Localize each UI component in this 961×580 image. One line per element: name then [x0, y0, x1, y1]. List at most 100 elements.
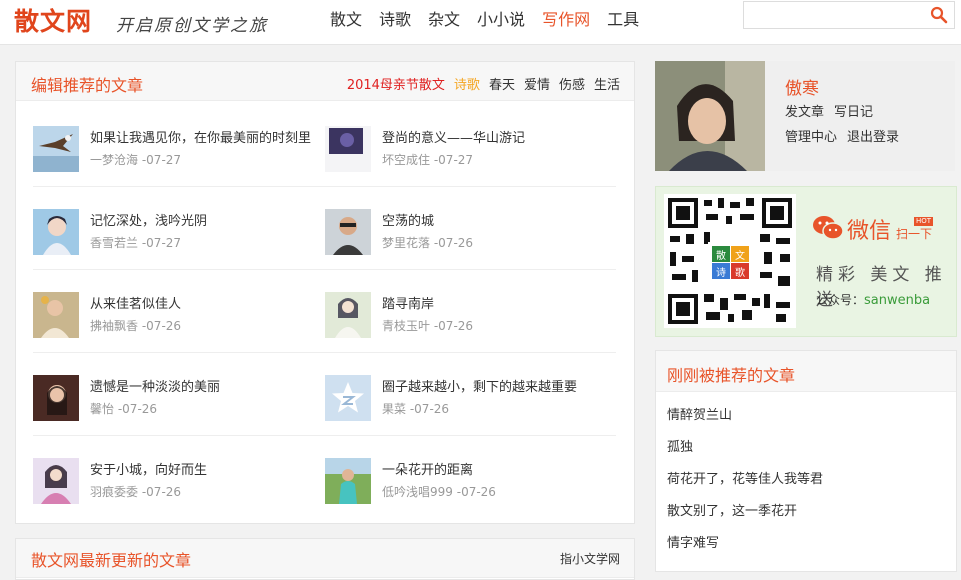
field-thumbnail[interactable]: [325, 458, 371, 504]
article-date: -07-26: [141, 485, 182, 499]
search-input[interactable]: [750, 5, 924, 25]
nav-item-shige[interactable]: 诗歌: [379, 0, 411, 44]
fairy-thumbnail[interactable]: [33, 209, 79, 255]
costume-thumbnail[interactable]: [33, 458, 79, 504]
article-title[interactable]: 踏寻南岸: [382, 293, 434, 312]
nav-item-gongju[interactable]: 工具: [607, 0, 639, 44]
recent-article-link[interactable]: 荷花开了，花等佳人我等君: [667, 468, 823, 487]
panel-title: 散文网最新更新的文章: [31, 551, 192, 570]
tag-list: 2014母亲节散文 诗歌 春天 爱情 伤感 生活: [338, 74, 620, 93]
night-thumbnail[interactable]: [325, 126, 371, 172]
tag-link[interactable]: 生活: [594, 74, 620, 93]
article-item[interactable]: 遗憾是一种淡淡的美丽 馨怡 -07-26: [33, 375, 323, 458]
article-date: -07-27: [141, 153, 182, 167]
anime-girl-thumbnail[interactable]: [325, 292, 371, 338]
qr-center-char: 歌: [735, 266, 745, 279]
wechat-account-id: sanwenba: [864, 293, 931, 308]
article-date: -07-26: [141, 319, 182, 333]
article-author[interactable]: 坏空成住: [382, 153, 430, 167]
nav-item-xiezuowang[interactable]: 写作网: [542, 0, 590, 44]
article-author[interactable]: 馨怡: [90, 402, 114, 416]
site-slogan: 开启原创文学之旅: [116, 16, 268, 36]
article-title[interactable]: 圈子越来越小，剩下的越来越重要: [382, 376, 577, 395]
main-nav: 散文 诗歌 杂文 小小说 写作网 工具: [330, 0, 656, 44]
article-author[interactable]: 一梦沧海: [90, 153, 138, 167]
article-meta: 一梦沧海 -07-27: [90, 151, 181, 168]
tag-link[interactable]: 诗歌: [454, 74, 480, 93]
user-links: 发文章 写日记: [785, 101, 883, 120]
qr-center-char: 散: [716, 249, 726, 262]
article-item[interactable]: 从来佳茗似佳人 拂袖飘香 -07-26: [33, 292, 323, 375]
article-meta: 梦里花落 -07-26: [382, 234, 473, 251]
article-title[interactable]: 遗憾是一种淡淡的美丽: [90, 376, 220, 395]
article-author[interactable]: 香雪若兰: [90, 236, 138, 250]
qr-center-char: 诗: [716, 266, 726, 279]
row-divider: [33, 352, 616, 353]
panel-header: 编辑推荐的文章 2014母亲节散文 诗歌 春天 爱情 伤感 生活: [16, 62, 634, 101]
panel-header: 散文网最新更新的文章 指小文学网: [16, 539, 634, 578]
admin-center-link[interactable]: 管理中心: [785, 130, 837, 145]
article-title[interactable]: 登尚的意义——华山游记: [382, 127, 525, 146]
article-author[interactable]: 果菜: [382, 402, 406, 416]
article-item[interactable]: 圈子越来越小，剩下的越来越重要 果菜 -07-26: [325, 375, 615, 458]
panel-title: 编辑推荐的文章: [31, 76, 144, 95]
article-date: -07-27: [141, 236, 182, 250]
article-author[interactable]: 梦里花落: [382, 236, 430, 250]
article-title[interactable]: 空荡的城: [382, 210, 434, 229]
eagle-thumbnail[interactable]: [33, 126, 79, 172]
nav-item-sanwen[interactable]: 散文: [330, 0, 362, 44]
search-icon[interactable]: [930, 6, 948, 24]
article-author[interactable]: 低吟浅唱999: [382, 485, 453, 499]
recent-article-link[interactable]: 情字难写: [667, 532, 719, 551]
article-author[interactable]: 拂袖飘香: [90, 319, 138, 333]
post-article-link[interactable]: 发文章: [785, 105, 824, 120]
article-item[interactable]: 如果让我遇见你，在你最美丽的时刻里 一梦沧海 -07-27: [33, 126, 323, 209]
more-link[interactable]: 指小文学网: [560, 550, 620, 567]
article-author[interactable]: 羽痕委委: [90, 485, 138, 499]
article-title[interactable]: 记忆深处，浅吟光阴: [90, 210, 207, 229]
qr-code: 散 文 诗 歌: [664, 194, 796, 328]
site-header: 散文网 开启原创文学之旅 散文 诗歌 杂文 小小说 写作网 工具: [0, 0, 961, 45]
article-date: -07-26: [117, 402, 158, 416]
wechat-title: 微信: [847, 219, 892, 244]
user-box: 傲寒 发文章 写日记 管理中心 退出登录: [655, 61, 955, 171]
article-item[interactable]: 一朵花开的距离 低吟浅唱999 -07-26: [325, 458, 615, 541]
site-logo[interactable]: 散文网: [14, 2, 92, 38]
recent-article-link[interactable]: 情醉贺兰山: [667, 404, 732, 423]
user-avatar[interactable]: [655, 61, 765, 171]
man-thumbnail[interactable]: [325, 209, 371, 255]
article-item[interactable]: 空荡的城 梦里花落 -07-26: [325, 209, 615, 292]
row-divider: [33, 269, 616, 270]
article-item[interactable]: 记忆深处，浅吟光阴 香雪若兰 -07-27: [33, 209, 323, 292]
article-title[interactable]: 从来佳茗似佳人: [90, 293, 181, 312]
default-star-thumbnail[interactable]: [325, 375, 371, 421]
tag-link[interactable]: 伤感: [559, 74, 585, 93]
article-date: -07-26: [456, 485, 496, 499]
user-name[interactable]: 傲寒: [785, 74, 819, 99]
article-meta: 青枝玉叶 -07-26: [382, 317, 473, 334]
article-author[interactable]: 青枝玉叶: [382, 319, 430, 333]
article-item[interactable]: 踏寻南岸 青枝玉叶 -07-26: [325, 292, 615, 375]
article-meta: 低吟浅唱999 -07-26: [382, 483, 496, 500]
nav-item-zawen[interactable]: 杂文: [428, 0, 460, 44]
nav-item-xiaoxiaoshuo[interactable]: 小小说: [477, 0, 525, 44]
write-diary-link[interactable]: 写日记: [834, 105, 873, 120]
tag-link[interactable]: 春天: [489, 74, 515, 93]
article-meta: 馨怡 -07-26: [90, 400, 157, 417]
user-links: 管理中心 退出登录: [785, 126, 909, 145]
article-title[interactable]: 一朵花开的距离: [382, 459, 473, 478]
woman-thumbnail[interactable]: [33, 375, 79, 421]
article-item[interactable]: 安于小城，向好而生 羽痕委委 -07-26: [33, 458, 323, 541]
article-title[interactable]: 安于小城，向好而生: [90, 459, 207, 478]
logout-link[interactable]: 退出登录: [847, 130, 899, 145]
tag-link[interactable]: 2014母亲节散文: [347, 74, 445, 93]
recent-article-link[interactable]: 散文别了，这一季花开: [667, 500, 797, 519]
tag-link[interactable]: 爱情: [524, 74, 550, 93]
recently-recommended-panel: 刚刚被推荐的文章 情醉贺兰山 孤独 荷花开了，花等佳人我等君 散文别了，这一季花…: [655, 350, 957, 572]
recent-article-link[interactable]: 孤独: [667, 436, 693, 455]
article-title[interactable]: 如果让我遇见你，在你最美丽的时刻里: [90, 127, 311, 146]
article-meta: 香雪若兰 -07-27: [90, 234, 181, 251]
flower-thumbnail[interactable]: [33, 292, 79, 338]
wechat-promo[interactable]: 散 文 诗 歌 微信 HOT 扫一下 精彩 美文 推送 公众号：sanwenba: [655, 186, 957, 337]
article-item[interactable]: 登尚的意义——华山游记 坏空成住 -07-27: [325, 126, 615, 209]
